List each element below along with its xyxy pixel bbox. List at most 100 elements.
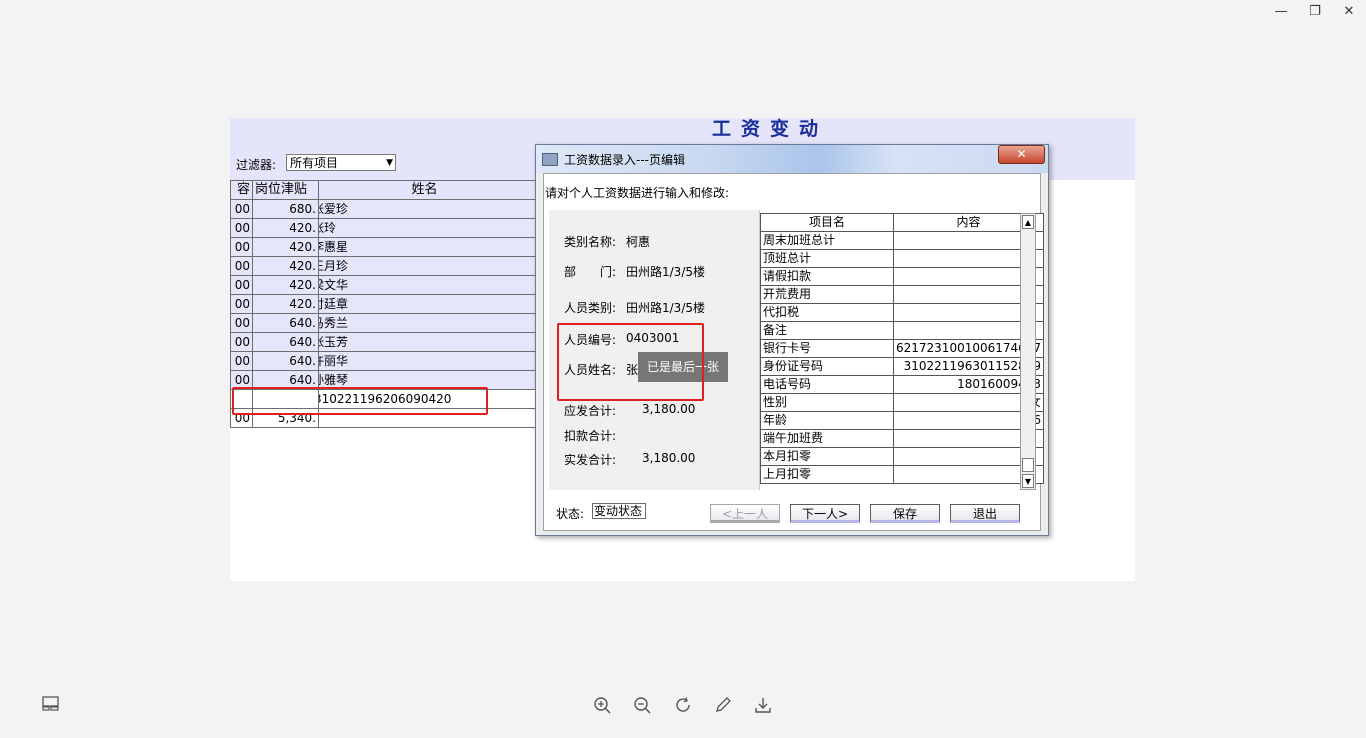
table-row[interactable]: 00 640. (230, 313, 319, 333)
item-name-cell[interactable]: 电话号码 (760, 375, 894, 394)
cell-partial[interactable]: 00 (230, 275, 253, 295)
table-row[interactable]: 00 640. (230, 351, 319, 371)
filter-select[interactable]: 所有项目 ▼ (286, 154, 396, 171)
cell-partial[interactable]: 00 (230, 294, 253, 314)
list-item[interactable]: 年龄56 (760, 411, 1045, 430)
staff-type-value: 田州路1/3/5楼 (626, 301, 705, 315)
column-header-item-name: 项目名 (760, 213, 894, 232)
save-button[interactable]: 保存 (870, 504, 940, 523)
cell-post-allowance[interactable]: 640. (252, 313, 319, 333)
cell-staff-name[interactable]: 张玲 (309, 218, 540, 238)
list-item[interactable]: 银行卡号 6217231001006174687 (760, 339, 1045, 358)
gross-total-label: 应发合计: (564, 404, 617, 418)
dialog-title: 工资数据录入---页编辑 (564, 153, 685, 167)
scroll-up-icon[interactable]: ▲ (1022, 215, 1034, 229)
cell-partial[interactable]: 00 (230, 237, 253, 257)
layout-icon[interactable] (40, 696, 60, 714)
cell-staff-name[interactable]: 张玉芳 (309, 332, 540, 352)
cell-partial[interactable]: 00 (230, 256, 253, 276)
cell-post-allowance[interactable]: 420. (252, 256, 319, 276)
item-name-cell[interactable]: 开荒费用 (760, 285, 894, 304)
item-name-cell[interactable]: 性别 (760, 393, 894, 412)
field-staff-type: 人员类别: 田州路1/3/5楼 (564, 299, 705, 316)
list-item[interactable]: 请假扣款 (760, 267, 1045, 286)
list-item[interactable]: 端午加班费 (760, 429, 1045, 448)
cell-post-allowance[interactable]: 420. (252, 275, 319, 295)
page-title: 工资变动 (711, 118, 828, 140)
table-row[interactable]: 00 420. (230, 294, 319, 314)
item-name-cell[interactable]: 代扣税 (760, 303, 894, 322)
item-name-cell[interactable]: 本月扣零 (760, 447, 894, 466)
next-person-button[interactable]: 下一人> (790, 504, 860, 523)
list-item[interactable]: 身份证号码 310221196301152829 (760, 357, 1045, 376)
list-item[interactable]: 电话号码 18016009433 (760, 375, 1045, 394)
status-label: 状态: (556, 507, 585, 521)
department-value: 田州路1/3/5楼 (626, 265, 705, 279)
item-name-cell[interactable]: 顶班总计 (760, 249, 894, 268)
gross-total-value: 3,180.00 (642, 402, 696, 416)
cell-partial[interactable]: 00 (230, 199, 253, 219)
table-row[interactable]: 00 420. (230, 237, 319, 257)
scroll-down-icon[interactable]: ▼ (1022, 474, 1034, 488)
cell-staff-name[interactable]: 付廷章 (309, 294, 540, 314)
category-name-value: 柯惠 (626, 235, 651, 249)
table-row[interactable]: 00 640. (230, 332, 319, 352)
cell-staff-name[interactable]: 许丽华 (309, 351, 540, 371)
cell-staff-name[interactable]: 王月珍 (309, 256, 540, 276)
cell-post-allowance[interactable]: 420. (252, 218, 319, 238)
filter-label: 过滤器: (236, 158, 277, 172)
table-row[interactable]: 00 680. (230, 199, 319, 219)
list-item[interactable]: 本月扣零 (760, 447, 1045, 466)
download-icon[interactable] (753, 696, 773, 714)
cell-post-allowance[interactable]: 640. (252, 332, 319, 352)
scroll-thumb[interactable] (1022, 458, 1034, 472)
items-scrollbar[interactable]: ▲ ▼ (1020, 213, 1036, 490)
list-item[interactable]: 性别女 (760, 393, 1045, 412)
cell-staff-name[interactable]: 梁文华 (309, 275, 540, 295)
close-window-button[interactable]: ✕ (1334, 4, 1364, 20)
item-name-cell[interactable]: 身份证号码 (760, 357, 894, 376)
list-item[interactable]: 周末加班总计 (760, 231, 1045, 250)
item-name-cell[interactable]: 年龄 (760, 411, 894, 430)
item-name-cell[interactable]: 上月扣零 (760, 465, 894, 484)
restore-button[interactable]: ❐ (1300, 4, 1330, 20)
list-item[interactable]: 代扣税 (760, 303, 1045, 322)
exit-button[interactable]: 退出 (950, 504, 1020, 523)
prev-person-button[interactable]: <上一人 (710, 504, 780, 523)
dialog-close-button[interactable]: ✕ (998, 145, 1045, 164)
column-header-name[interactable]: 姓名 (309, 180, 540, 200)
app-icon (542, 153, 558, 166)
item-name-cell[interactable]: 银行卡号 (760, 339, 894, 358)
cell-partial[interactable]: 00 (230, 218, 253, 238)
cell-post-allowance[interactable]: 640. (252, 351, 319, 371)
cell-post-allowance[interactable]: 420. (252, 237, 319, 257)
column-header-partial[interactable]: 容 (230, 180, 253, 200)
table-row[interactable]: 00 420. (230, 256, 319, 276)
column-header-post-allowance[interactable]: 岗位津贴 (252, 180, 319, 200)
field-category-name: 类别名称: 柯惠 (564, 233, 650, 250)
list-item[interactable]: 备注 (760, 321, 1045, 340)
cell-staff-name[interactable]: 李惠星 (309, 237, 540, 257)
cell-partial[interactable]: 00 (230, 332, 253, 352)
item-name-cell[interactable]: 端午加班费 (760, 429, 894, 448)
item-name-cell[interactable]: 备注 (760, 321, 894, 340)
cell-post-allowance[interactable]: 680. (252, 199, 319, 219)
cell-post-allowance[interactable]: 420. (252, 294, 319, 314)
status-value: 变动状态 (592, 503, 646, 519)
item-name-cell[interactable]: 周末加班总计 (760, 231, 894, 250)
zoom-out-icon[interactable] (632, 696, 652, 714)
pencil-icon[interactable] (713, 696, 733, 714)
rotate-icon[interactable] (673, 696, 693, 714)
table-row[interactable]: 00 420. (230, 218, 319, 238)
cell-partial[interactable]: 00 (230, 313, 253, 333)
list-item[interactable]: 开荒费用 (760, 285, 1045, 304)
list-item[interactable]: 顶班总计 (760, 249, 1045, 268)
cell-staff-name[interactable]: 张爱珍 (309, 199, 540, 219)
minimize-button[interactable]: — (1266, 4, 1296, 20)
cell-partial[interactable]: 00 (230, 351, 253, 371)
table-row[interactable]: 00 420. (230, 275, 319, 295)
item-name-cell[interactable]: 请假扣款 (760, 267, 894, 286)
cell-staff-name[interactable]: 马秀兰 (309, 313, 540, 333)
list-item[interactable]: 上月扣零 (760, 465, 1045, 484)
zoom-in-icon[interactable] (592, 696, 612, 714)
